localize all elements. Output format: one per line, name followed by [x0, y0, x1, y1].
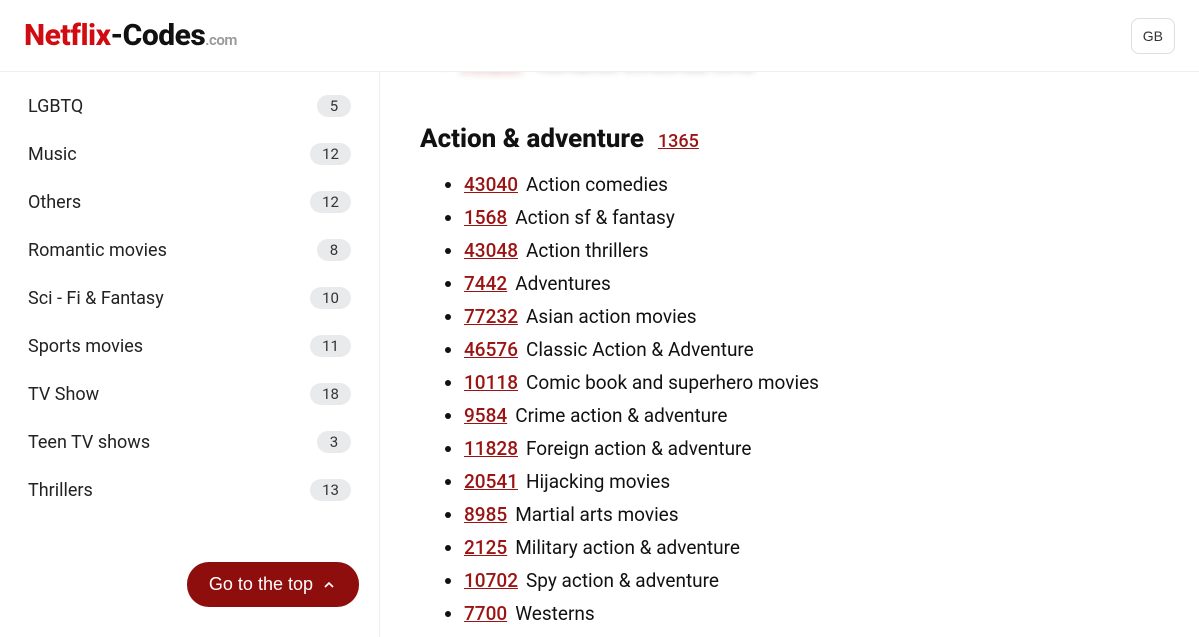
code-list: 43040 Action comedies 1568 Action sf & fan…: [420, 168, 1159, 630]
sidebar-item-label: TV Show: [28, 384, 99, 405]
logo-dotcom: .com: [205, 31, 237, 49]
section-code-link[interactable]: 1365: [658, 131, 699, 152]
sidebar-item-sci-fi-fantasy[interactable]: Sci - Fi & Fantasy 10: [20, 274, 359, 322]
sidebar-item-romantic-movies[interactable]: Romantic movies 8: [20, 226, 359, 274]
go-to-top-button[interactable]: Go to the top: [187, 562, 359, 607]
list-item: 7700 Westerns: [464, 597, 1159, 630]
sidebar-item-tv-show[interactable]: TV Show 18: [20, 370, 359, 418]
code-link[interactable]: 9584: [464, 404, 507, 427]
sidebar-item-label: Thrillers: [28, 480, 93, 501]
code-link[interactable]: 43048: [464, 239, 518, 262]
list-item: 1568 Action sf & fantasy: [464, 201, 1159, 234]
list-item: 11828 Foreign action & adventure: [464, 432, 1159, 465]
sidebar-item-count: 18: [310, 383, 351, 405]
code-link[interactable]: 8985: [464, 503, 507, 526]
list-item: 10702 Spy action & adventure: [464, 564, 1159, 597]
chevron-up-icon: [321, 577, 337, 593]
sidebar-item-count: 5: [317, 95, 351, 117]
sidebar-item-count: 3: [317, 431, 351, 453]
previous-section-blurred: 149258 Goofy christmas children & family…: [420, 72, 1159, 82]
code-label: Action sf & fantasy: [515, 206, 675, 229]
list-item: 7442 Adventures: [464, 267, 1159, 300]
logo-dash: -: [111, 18, 123, 53]
list-item: 9584 Crime action & adventure: [464, 399, 1159, 432]
list-item: 43040 Action comedies: [464, 168, 1159, 201]
code-label: Action comedies: [526, 173, 668, 196]
list-item: 10118 Comic book and superhero movies: [464, 366, 1159, 399]
code-link[interactable]: 20541: [464, 470, 518, 493]
sidebar-item-count: 12: [310, 191, 351, 213]
logo-netflix: Netflix: [24, 18, 111, 53]
section-title: Action & adventure: [420, 124, 644, 154]
code-label: Martial arts movies: [515, 503, 678, 526]
sidebar-item-teen-tv-shows[interactable]: Teen TV shows 3: [20, 418, 359, 466]
sidebar-item-label: Romantic movies: [28, 240, 167, 261]
sidebar-item-music[interactable]: Music 12: [20, 130, 359, 178]
site-logo[interactable]: Netflix-Codes.com: [24, 18, 237, 53]
list-item: 43048 Action thrillers: [464, 234, 1159, 267]
sidebar-item-label: Teen TV shows: [28, 432, 150, 453]
section-header: Action & adventure 1365: [420, 124, 1159, 154]
code-link[interactable]: 10118: [464, 371, 518, 394]
sidebar-item-label: Sci - Fi & Fantasy: [28, 288, 164, 309]
code-label: Foreign action & adventure: [526, 437, 751, 460]
sidebar-item-label: Music: [28, 144, 77, 165]
sidebar-item-others[interactable]: Others 12: [20, 178, 359, 226]
list-item: 8985 Martial arts movies: [464, 498, 1159, 531]
sidebar-item-count: 13: [310, 479, 351, 501]
sidebar-item-count: 12: [310, 143, 351, 165]
code-label: Action thrillers: [526, 239, 649, 262]
header: Netflix-Codes.com GB: [0, 0, 1199, 72]
code-label: Asian action movies: [526, 305, 697, 328]
sidebar-item-label: LGBTQ: [28, 96, 83, 117]
code-link[interactable]: 11828: [464, 437, 518, 460]
code-link[interactable]: 2125: [464, 536, 507, 559]
sidebar-item-thrillers[interactable]: Thrillers 13: [20, 466, 359, 514]
sidebar-item-label: Sports movies: [28, 336, 143, 357]
code-link[interactable]: 7700: [464, 602, 507, 625]
code-label: Classic Action & Adventure: [526, 338, 754, 361]
sidebar-item-count: 8: [317, 239, 351, 261]
sidebar-item-lgbtq[interactable]: LGBTQ 5: [20, 82, 359, 130]
code-label: Crime action & adventure: [515, 404, 727, 427]
main-content: 149258 Goofy christmas children & family…: [380, 72, 1199, 637]
code-link[interactable]: 77232: [464, 305, 518, 328]
code-label: Adventures: [515, 272, 611, 295]
sidebar-item-count: 11: [310, 335, 351, 357]
go-to-top-label: Go to the top: [209, 574, 313, 595]
code-label: Comic book and superhero movies: [526, 371, 819, 394]
code-link[interactable]: 43040: [464, 173, 518, 196]
list-item: 77232 Asian action movies: [464, 300, 1159, 333]
list-item: 2125 Military action & adventure: [464, 531, 1159, 564]
code-label: Military action & adventure: [515, 536, 740, 559]
code-link[interactable]: 1568: [464, 206, 507, 229]
code-link[interactable]: 46576: [464, 338, 518, 361]
logo-codes: Codes: [123, 18, 206, 53]
code-label: Spy action & adventure: [526, 569, 719, 592]
sidebar-item-sports-movies[interactable]: Sports movies 11: [20, 322, 359, 370]
sidebar-item-count: 10: [310, 287, 351, 309]
code-label: Hijacking movies: [526, 470, 670, 493]
country-selector[interactable]: GB: [1131, 18, 1175, 54]
sidebar: LGBTQ 5 Music 12 Others 12 Romantic movi…: [0, 72, 380, 637]
code-link[interactable]: 10702: [464, 569, 518, 592]
code-label: Westerns: [515, 602, 594, 625]
sidebar-item-label: Others: [28, 192, 81, 213]
list-item: 20541 Hijacking movies: [464, 465, 1159, 498]
code-link[interactable]: 7442: [464, 272, 507, 295]
list-item: 46576 Classic Action & Adventure: [464, 333, 1159, 366]
